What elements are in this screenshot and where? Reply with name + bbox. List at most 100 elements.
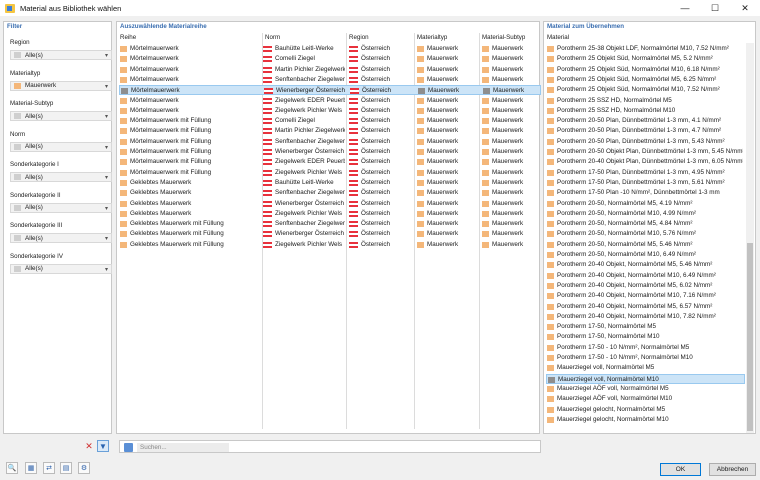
table-row[interactable]: Geklebtes Mauerwerk mit Füllung Senftenba…	[119, 219, 541, 229]
table-cell: Mauerwerk	[482, 54, 542, 64]
list-item[interactable]: Porotherm 17-50 Plan, Dünnbettmörtel 1-3…	[546, 178, 745, 188]
table-row[interactable]: Geklebtes Mauerwerk Senftenbacher Ziegelw…	[119, 188, 541, 198]
filter-icon[interactable]: ▼	[97, 440, 109, 452]
list-item[interactable]: Porotherm 20-50, Normalmörtel M5, 4.19 N…	[546, 199, 745, 209]
scrollbar-thumb[interactable]	[747, 243, 753, 431]
filter-dropdown[interactable]: Alle(s) ▾	[10, 233, 112, 243]
list-item[interactable]: Porotherm 20-50 Plan, Dünnbettmörtel 1-3…	[546, 116, 745, 126]
col-header-materialtyp[interactable]: Materialtyp	[417, 33, 447, 43]
table-row[interactable]: Geklebtes Mauerwerk Ziegelwerk Pichler We…	[119, 209, 541, 219]
filter-dropdown[interactable]: Alle(s) ▾	[10, 141, 112, 152]
austria-flag-icon	[263, 231, 272, 238]
table-row[interactable]: Mörtelmauerwerk mit Füllung Wienerberger …	[119, 147, 541, 157]
table-row[interactable]: Mörtelmauerwerk Senftenbacher Ziegelwerk Ö…	[119, 75, 541, 85]
list-item[interactable]: Porotherm 20-50, Normalmörtel M10, 5.76 …	[546, 229, 745, 239]
filter-dropdown[interactable]: Mauerwerk ▾	[10, 80, 112, 91]
table-row[interactable]: Mörtelmauerwerk Bauhütte Leitl-Werke Öster…	[119, 44, 541, 54]
table-row[interactable]: Mörtelmauerwerk Ziegelwerk EDER Peuerba..…	[119, 96, 541, 106]
list-item-label: Porotherm 17-50 Plan -10 N/mm², Dünnbett…	[557, 189, 720, 197]
list-item[interactable]: Mauerziegel voll, Normalmörtel M5	[546, 363, 745, 373]
list-item[interactable]: Porotherm 25-38 Objekt LDF, Normalmörtel…	[546, 44, 745, 54]
table-row[interactable]: Geklebtes Mauerwerk Wienerberger Österrei…	[119, 199, 541, 209]
material-scrollbar[interactable]	[746, 43, 754, 433]
list-item[interactable]: Porotherm 20-40 Objekt, Normalmörtel M10…	[546, 271, 745, 281]
list-item-content: Porotherm 20-40 Objekt, Normalmörtel M10…	[547, 312, 743, 322]
list-item[interactable]: Porotherm 20-50 Objekt Plan, Dünnbettmör…	[546, 147, 745, 157]
search-input[interactable]: Suchen...	[137, 443, 229, 452]
list-item[interactable]: Porotherm 17-50, Normalmörtel M10	[546, 332, 745, 342]
clear-filter-icon[interactable]: ✕	[83, 440, 95, 452]
list-item[interactable]: Porotherm 20-50, Normalmörtel M5, 4.84 N…	[546, 219, 745, 229]
table-row[interactable]: Mörtelmauerwerk Martin Pichler Ziegelwerk…	[119, 65, 541, 75]
list-item[interactable]: Porotherm 25 Objekt Süd, Normalmörtel M5…	[546, 54, 745, 64]
list-item[interactable]: Porotherm 20-40 Objekt, Normalmörtel M5,…	[546, 260, 745, 270]
table-row[interactable]: Mörtelmauerwerk mit Füllung Ziegelwerk ED…	[119, 157, 541, 167]
list-item[interactable]: Porotherm 17-50 - 10 N/mm², Normalmörtel…	[546, 343, 745, 353]
list-item-content: Mauerziegel gelocht, Normalmörtel M5	[547, 405, 743, 415]
table-row[interactable]: Mörtelmauerwerk mit Füllung Ziegelwerk Pi…	[119, 168, 541, 178]
maximize-button[interactable]: ☐	[700, 0, 730, 16]
list-item[interactable]: Mauerziegel AÖF voll, Normalmörtel M5	[546, 384, 745, 394]
ok-button[interactable]: OK	[660, 463, 701, 476]
list-item[interactable]: Porotherm 20-40 Objekt, Normalmörtel M10…	[546, 312, 745, 322]
settings-icon[interactable]: ⚙	[78, 462, 90, 474]
cancel-button[interactable]: Abbrechen	[709, 463, 756, 476]
table-row[interactable]: Geklebtes Mauerwerk mit Füllung Ziegelwer…	[119, 240, 541, 250]
table-cell: Österreich	[349, 106, 413, 116]
table-row[interactable]: Mörtelmauerwerk Comelli Ziegel Österreich M…	[119, 54, 541, 64]
minimize-button[interactable]: —	[670, 0, 700, 16]
col-header-norm[interactable]: Norm	[265, 33, 280, 43]
import-icon[interactable]: ⇄	[43, 462, 55, 474]
austria-flag-icon	[349, 56, 358, 63]
close-button[interactable]: ✕	[730, 0, 760, 16]
list-item[interactable]: Mauerziegel gelocht, Normalmörtel M5	[546, 405, 745, 415]
color-swatch	[14, 204, 21, 211]
filter-value: Alle(s)	[25, 173, 43, 181]
material-color-icon	[120, 118, 127, 125]
table-row[interactable]: Mörtelmauerwerk Ziegelwerk Pichler Wels Ös…	[119, 106, 541, 116]
list-item[interactable]: Porotherm 20-50 Plan, Dünnbettmörtel 1-3…	[546, 137, 745, 147]
list-item[interactable]: Mauerziegel gelocht, Normalmörtel M10	[546, 415, 745, 425]
filter-dropdown[interactable]: Alle(s) ▾	[10, 202, 112, 213]
list-item[interactable]: Porotherm 17-50 - 10 N/mm², Normalmörtel…	[546, 353, 745, 363]
list-item[interactable]: Porotherm 25 Objekt Süd, Normalmörtel M1…	[546, 65, 745, 75]
spreadsheet-icon[interactable]: ▦	[25, 462, 37, 474]
list-item[interactable]: Porotherm 17-50 Plan, Dünnbettmörtel 1-3…	[546, 168, 745, 178]
table-row[interactable]: Mörtelmauerwerk mit Füllung Martin Pichle…	[119, 126, 541, 136]
list-item[interactable]: Porotherm 20-50, Normalmörtel M10, 4.99 …	[546, 209, 745, 219]
filter-dropdown[interactable]: Alle(s) ▾	[10, 111, 112, 121]
table-row[interactable]: Geklebtes Mauerwerk mit Füllung Wienerber…	[119, 229, 541, 239]
list-item[interactable]: Porotherm 25 SSZ HD, Normalmörtel M5	[546, 96, 745, 106]
table-cell: Geklebtes Mauerwerk	[120, 178, 259, 188]
table-row[interactable]: Mörtelmauerwerk mit Füllung Comelli Ziege…	[119, 116, 541, 126]
list-item[interactable]: Mauerziegel voll, Normalmörtel M10	[546, 373, 745, 384]
list-item[interactable]: Porotherm 20-50 Plan, Dünnbettmörtel 1-3…	[546, 126, 745, 136]
table-row[interactable]: Mörtelmauerwerk mit Füllung Senftenbacher…	[119, 137, 541, 147]
filter-dropdown[interactable]: Alle(s) ▾	[10, 50, 112, 60]
filter-dropdown[interactable]: Alle(s) ▾	[10, 172, 112, 182]
list-item[interactable]: Porotherm 17-50, Normalmörtel M5	[546, 322, 745, 332]
list-item[interactable]: Porotherm 20-40 Objekt Plan, Dünnbettmör…	[546, 157, 745, 167]
color-swatch	[14, 82, 21, 89]
list-item[interactable]: Mauerziegel AÖF voll, Normalmörtel M10	[546, 394, 745, 404]
library-icon[interactable]: ▤	[60, 462, 72, 474]
col-header-material[interactable]: Material	[547, 33, 569, 43]
info-icon[interactable]: 🔍	[6, 462, 18, 474]
list-item[interactable]: Porotherm 17-50 Plan -10 N/mm², Dünnbett…	[546, 188, 745, 198]
table-row[interactable]: Mörtelmauerwerk Wienerberger Österreich Ös…	[119, 85, 541, 96]
list-item[interactable]: Porotherm 20-40 Objekt, Normalmörtel M5,…	[546, 302, 745, 312]
col-header-reihe[interactable]: Reihe	[120, 33, 136, 43]
col-header-region[interactable]: Region	[349, 33, 369, 43]
list-item[interactable]: Porotherm 20-50, Normalmörtel M5, 5.46 N…	[546, 240, 745, 250]
list-item[interactable]: Porotherm 25 SSZ HD, Normalmörtel M10	[546, 106, 745, 116]
list-item[interactable]: Porotherm 20-40 Objekt, Normalmörtel M5,…	[546, 281, 745, 291]
table-row[interactable]: Geklebtes Mauerwerk Bauhütte Leitl-Werke Ö…	[119, 178, 541, 188]
filter-dropdown[interactable]: Alle(s) ▾	[10, 263, 112, 274]
list-item[interactable]: Porotherm 25 Objekt Süd, Normalmörtel M1…	[546, 85, 745, 95]
col-header-material-subtyp[interactable]: Material-Subtyp	[482, 33, 525, 43]
list-item[interactable]: Porotherm 20-40 Objekt, Normalmörtel M10…	[546, 291, 745, 301]
list-item[interactable]: Porotherm 20-50, Normalmörtel M10, 6.49 …	[546, 250, 745, 260]
table-cell: Mauerwerk	[417, 137, 478, 147]
search-options-icon[interactable]	[124, 443, 133, 452]
list-item[interactable]: Porotherm 25 Objekt Süd, Normalmörtel M5…	[546, 75, 745, 85]
